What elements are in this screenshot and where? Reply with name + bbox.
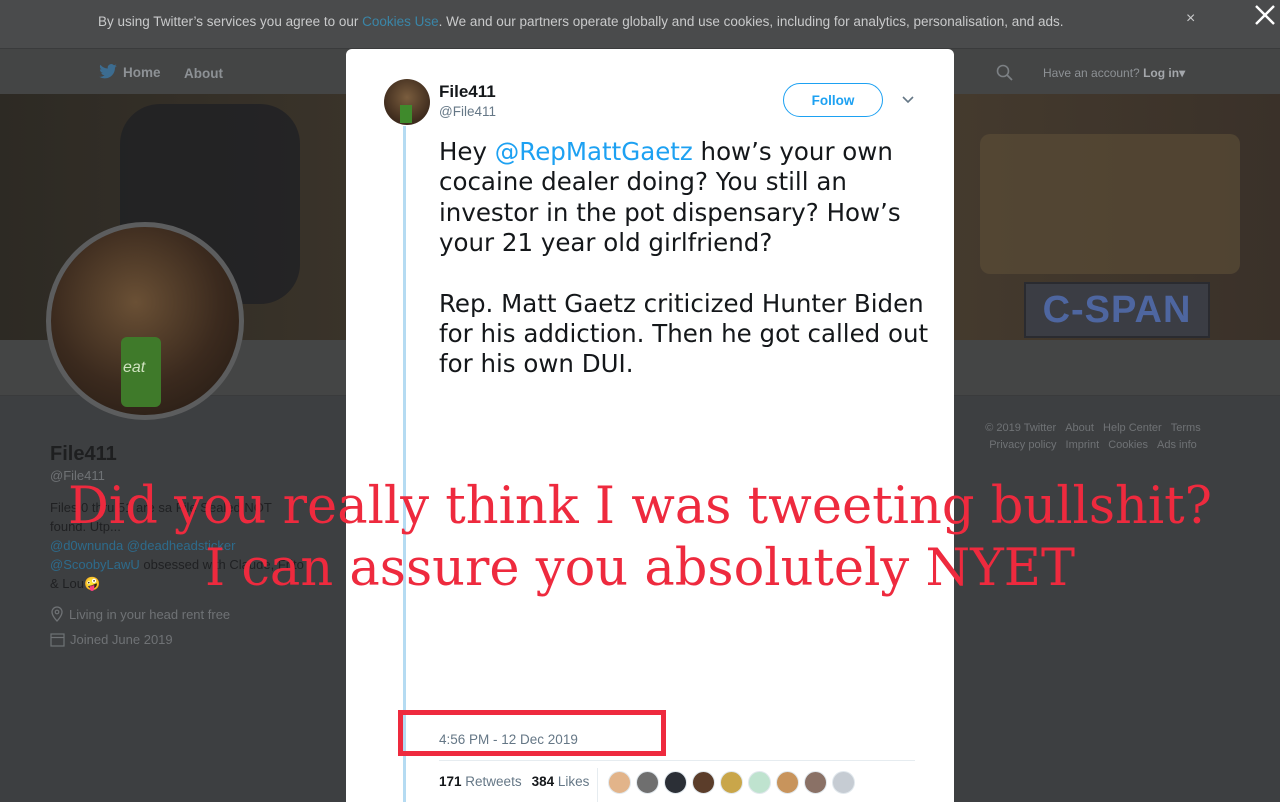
profile-location-text: Living in your head rent free xyxy=(69,606,231,622)
highlight-box xyxy=(398,710,666,756)
meme-caption-line-2: I can assure you absolutely NYET xyxy=(205,539,1075,598)
follow-button[interactable]: Follow xyxy=(783,83,883,117)
footer-imprint-link[interactable]: Imprint xyxy=(1066,439,1100,451)
chevron-down-icon[interactable] xyxy=(900,93,916,107)
footer-copyright[interactable]: © 2019 Twitter xyxy=(985,422,1056,434)
avatar-detail: eat xyxy=(123,359,146,376)
retweets-count: 171 xyxy=(439,774,462,789)
liker-avatar[interactable] xyxy=(804,771,827,794)
likes-stat[interactable]: 384 Likes xyxy=(532,774,590,789)
banner-wall xyxy=(980,134,1240,274)
liker-avatar[interactable] xyxy=(720,771,743,794)
cookies-use-link[interactable]: Cookies Use xyxy=(362,14,439,29)
likes-count: 384 xyxy=(531,774,555,789)
footer-row-2: Privacy policy Imprint Cookies Ads info xyxy=(962,437,1224,454)
profile-joined: Joined June 2019 xyxy=(50,632,173,647)
avatar-bag xyxy=(400,105,412,123)
footer-help-link[interactable]: Help Center xyxy=(1103,422,1162,434)
chevron-down-icon: ▾ xyxy=(1179,66,1186,80)
profile-name: File411 xyxy=(50,443,117,465)
liker-avatar[interactable] xyxy=(664,771,687,794)
tweet-paragraph-2: Rep. Matt Gaetz criticized Hunter Biden … xyxy=(439,288,929,379)
footer-about-link[interactable]: About xyxy=(1065,422,1094,434)
retweets-label: Retweets xyxy=(465,774,522,789)
twitter-bird-icon xyxy=(99,64,117,79)
footer-row-1: © 2019 Twitter About Help Center Terms xyxy=(962,420,1224,437)
tweet-text-prefix: Hey xyxy=(439,137,495,166)
footer-ads-link[interactable]: Ads info xyxy=(1157,439,1197,451)
liker-avatars xyxy=(608,771,855,794)
liker-avatar[interactable] xyxy=(776,771,799,794)
cookie-banner: By using Twitter’s services you agree to… xyxy=(0,0,1280,48)
meme-caption-line-1: Did you really think I was tweeting bull… xyxy=(68,477,1212,536)
location-pin-icon xyxy=(51,606,63,622)
tweet-stats: 171 Retweets 384 Likes xyxy=(439,774,589,789)
liker-avatar[interactable] xyxy=(692,771,715,794)
retweets-stat[interactable]: 171 Retweets xyxy=(439,774,522,789)
login-link[interactable]: Log in▾ xyxy=(1143,66,1185,80)
cookie-banner-text: By using Twitter’s services you agree to… xyxy=(98,14,1064,29)
profile-location: Living in your head rent free xyxy=(50,606,230,622)
stats-divider-line xyxy=(439,760,915,761)
account-prompt: Have an account? Log in▾ xyxy=(1043,66,1185,80)
nav-home-label: Home xyxy=(123,64,161,80)
close-icon[interactable] xyxy=(1252,2,1278,28)
liker-avatar[interactable] xyxy=(748,771,771,794)
liker-avatar[interactable] xyxy=(832,771,855,794)
stats-vertical-divider xyxy=(597,768,598,802)
thread-line xyxy=(403,126,406,802)
search-icon[interactable] xyxy=(996,64,1013,81)
footer-links: © 2019 Twitter About Help Center Terms P… xyxy=(962,420,1224,454)
login-label: Log in xyxy=(1143,66,1180,80)
footer-privacy-link[interactable]: Privacy policy xyxy=(989,439,1056,451)
cookie-text-after: . We and our partners operate globally a… xyxy=(438,14,1064,29)
tweet-author-handle[interactable]: @File411 xyxy=(439,104,496,119)
liker-avatar[interactable] xyxy=(636,771,659,794)
tweet-paragraph-1: Hey @RepMattGaetz how’s your own cocaine… xyxy=(439,137,929,259)
cookie-close-icon[interactable]: × xyxy=(1186,10,1195,28)
tweet-author-avatar[interactable] xyxy=(384,79,430,125)
account-prompt-text: Have an account? xyxy=(1043,66,1140,80)
tweet-text: Hey @RepMattGaetz how’s your own cocaine… xyxy=(439,137,929,380)
footer-cookies-link[interactable]: Cookies xyxy=(1108,439,1148,451)
nav-home-link[interactable]: Home xyxy=(98,64,161,80)
profile-avatar[interactable]: eat xyxy=(46,222,244,420)
tweet-mention-link[interactable]: @RepMattGaetz xyxy=(495,137,693,166)
likes-label: Likes xyxy=(557,774,590,789)
footer-terms-link[interactable]: Terms xyxy=(1171,422,1201,434)
nav-about-link[interactable]: About xyxy=(184,66,223,81)
liker-avatar[interactable] xyxy=(608,771,631,794)
cspan-logo: C-SPAN xyxy=(1024,282,1210,338)
calendar-icon xyxy=(50,633,65,647)
meme-caption: Did you really think I was tweeting bull… xyxy=(0,476,1280,600)
profile-joined-text: Joined June 2019 xyxy=(70,632,173,647)
cookie-text-before: By using Twitter’s services you agree to… xyxy=(98,14,363,29)
tweet-author-name[interactable]: File411 xyxy=(439,82,496,102)
